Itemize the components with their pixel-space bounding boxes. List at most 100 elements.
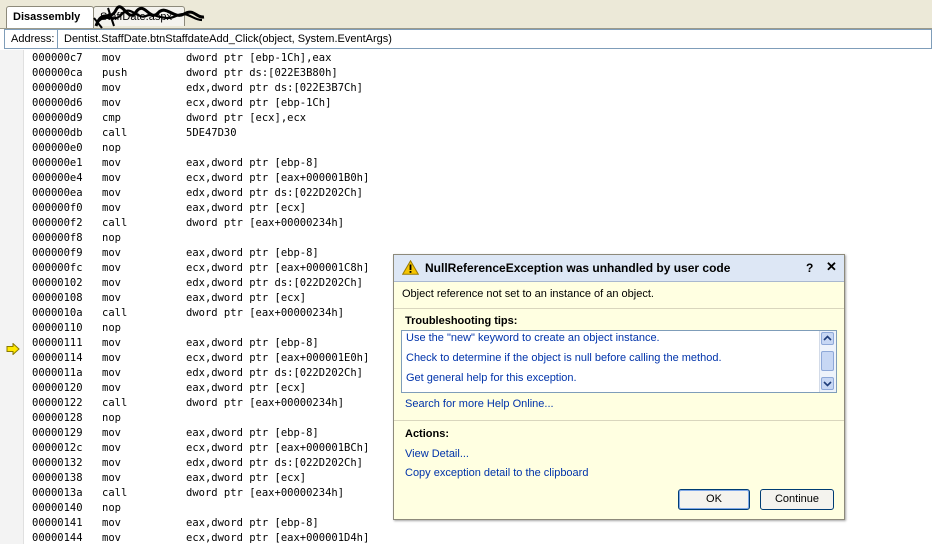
instruction-address: 000000f2 — [32, 217, 83, 229]
instruction-address: 00000111 — [32, 337, 83, 349]
instruction-address: 00000132 — [32, 457, 83, 469]
tip-link[interactable]: Check to determine if the object is null… — [406, 352, 722, 364]
disassembly-line[interactable]: 000000e0 nop — [32, 142, 412, 157]
search-help-online-link[interactable]: Search for more Help Online... — [405, 398, 554, 410]
instruction-opcode: mov — [102, 532, 121, 544]
instruction-opcode: mov — [102, 292, 121, 304]
chevron-down-icon — [823, 381, 832, 387]
instruction-operands: edx,dword ptr ds:[022E3B7Ch] — [186, 82, 364, 94]
disassembly-line[interactable]: 000000f0 mov eax,dword ptr [ecx] — [32, 202, 412, 217]
disassembly-line[interactable]: 000000e4 mov ecx,dword ptr [eax+000001B0h] — [32, 172, 412, 187]
instruction-address: 000000e0 — [32, 142, 83, 154]
disassembly-line[interactable]: 000000db call 5DE47D30 — [32, 127, 412, 142]
copy-exception-link[interactable]: Copy exception detail to the clipboard — [405, 467, 588, 479]
disassembly-line[interactable]: 00000128 nop — [32, 412, 412, 427]
instruction-opcode: mov — [102, 172, 121, 184]
disassembly-line[interactable]: 000000c7 mov dword ptr [ebp-1Ch],eax — [32, 52, 412, 67]
disassembly-line[interactable]: 0000011a mov edx,dword ptr ds:[022D202Ch] — [32, 367, 412, 382]
disassembly-line[interactable]: 00000102 mov edx,dword ptr ds:[022D202Ch] — [32, 277, 412, 292]
instruction-opcode: call — [102, 127, 128, 139]
disassembly-line[interactable]: 000000f8 nop — [32, 232, 412, 247]
instruction-operands: ecx,dword ptr [eax+000001C8h] — [186, 262, 370, 274]
breakpoint-margin[interactable] — [0, 50, 24, 544]
close-icon[interactable]: ✕ — [826, 259, 837, 275]
instruction-operands: eax,dword ptr [ebp-8] — [186, 337, 319, 349]
address-value: Dentist.StaffDate.btnStaffdateAdd_Click(… — [64, 33, 392, 45]
disassembly-line[interactable]: 00000108 mov eax,dword ptr [ecx] — [32, 292, 412, 307]
instruction-opcode: mov — [102, 352, 121, 364]
disassembly-line[interactable]: 00000114 mov ecx,dword ptr [eax+000001E0h] — [32, 352, 412, 367]
help-icon[interactable]: ? — [806, 261, 813, 275]
continue-button[interactable]: Continue — [760, 489, 834, 510]
address-bar: Address: Dentist.StaffDate.btnStaffdateA… — [4, 29, 932, 49]
address-field[interactable]: Dentist.StaffDate.btnStaffdateAdd_Click(… — [57, 30, 931, 48]
scroll-thumb[interactable] — [821, 351, 834, 371]
instruction-opcode: mov — [102, 367, 121, 379]
disassembly-line[interactable]: 00000110 nop — [32, 322, 412, 337]
instruction-address: 00000138 — [32, 472, 83, 484]
disassembly-line[interactable]: 0000013a call dword ptr [eax+00000234h] — [32, 487, 412, 502]
instruction-operands: ecx,dword ptr [eax+000001B0h] — [186, 172, 370, 184]
disassembly-line[interactable]: 0000010a call dword ptr [eax+00000234h] — [32, 307, 412, 322]
disassembly-line[interactable]: 000000d0 mov edx,dword ptr ds:[022E3B7Ch] — [32, 82, 412, 97]
instruction-address: 00000120 — [32, 382, 83, 394]
instruction-opcode: nop — [102, 142, 121, 154]
disassembly-line[interactable]: 00000120 mov eax,dword ptr [ecx] — [32, 382, 412, 397]
instruction-address: 000000d6 — [32, 97, 83, 109]
tip-link[interactable]: Get general help for this exception. — [406, 372, 577, 384]
scroll-up-button[interactable] — [821, 332, 834, 345]
instruction-address: 00000110 — [32, 322, 83, 334]
exception-title: NullReferenceException was unhandled by … — [425, 261, 731, 275]
disassembly-line[interactable]: 00000111 mov eax,dword ptr [ebp-8] — [32, 337, 412, 352]
actions-heading: Actions: — [405, 428, 449, 440]
instruction-operands: eax,dword ptr [ecx] — [186, 472, 307, 484]
instruction-operands: dword ptr [eax+00000234h] — [186, 307, 345, 319]
disassembly-line[interactable]: 000000e1 mov eax,dword ptr [ebp-8] — [32, 157, 412, 172]
instruction-address: 000000e1 — [32, 157, 83, 169]
instruction-opcode: mov — [102, 247, 121, 259]
disassembly-line[interactable]: 000000f9 mov eax,dword ptr [ebp-8] — [32, 247, 412, 262]
instruction-address: 0000012c — [32, 442, 83, 454]
instruction-address: 000000f0 — [32, 202, 83, 214]
disassembly-line[interactable]: 00000141 mov eax,dword ptr [ebp-8] — [32, 517, 412, 532]
instruction-operands: eax,dword ptr [ebp-8] — [186, 247, 319, 259]
ok-button[interactable]: OK — [678, 489, 750, 510]
instruction-address: 000000ea — [32, 187, 83, 199]
instruction-opcode: nop — [102, 322, 121, 334]
instruction-opcode: mov — [102, 187, 121, 199]
tips-scrollbar[interactable] — [819, 331, 836, 392]
exception-message: Object reference not set to an instance … — [402, 288, 654, 300]
instruction-address: 0000010a — [32, 307, 83, 319]
disassembly-line[interactable]: 000000f2 call dword ptr [eax+00000234h] — [32, 217, 412, 232]
disassembly-line[interactable]: 000000fc mov ecx,dword ptr [eax+000001C8h] — [32, 262, 412, 277]
disassembly-line[interactable]: 00000140 nop — [32, 502, 412, 517]
instruction-opcode: mov — [102, 202, 121, 214]
instruction-opcode: mov — [102, 157, 121, 169]
disassembly-line[interactable]: 000000d6 mov ecx,dword ptr [ebp-1Ch] — [32, 97, 412, 112]
disassembly-line[interactable]: 0000012c mov ecx,dword ptr [eax+000001BCh] — [32, 442, 412, 457]
disassembly-line[interactable]: 000000ca push dword ptr ds:[022E3B80h] — [32, 67, 412, 82]
instruction-address: 00000114 — [32, 352, 83, 364]
instruction-opcode: call — [102, 397, 128, 409]
instruction-address: 000000db — [32, 127, 83, 139]
disassembly-line[interactable]: 00000129 mov eax,dword ptr [ebp-8] — [32, 427, 412, 442]
exception-assistant-dialog: NullReferenceException was unhandled by … — [393, 254, 845, 520]
tip-link[interactable]: Use the "new" keyword to create an objec… — [406, 332, 660, 344]
instruction-opcode: mov — [102, 52, 121, 64]
disassembly-line[interactable]: 000000ea mov edx,dword ptr ds:[022D202Ch] — [32, 187, 412, 202]
instruction-operands: edx,dword ptr ds:[022D202Ch] — [186, 187, 364, 199]
scroll-down-button[interactable] — [821, 377, 834, 390]
disassembly-code: 000000c7 mov dword ptr [ebp-1Ch],eax 000000… — [32, 52, 412, 547]
instruction-address: 000000ca — [32, 67, 83, 79]
warning-icon — [402, 260, 419, 275]
troubleshooting-tips-list: Use the "new" keyword to create an objec… — [401, 330, 837, 393]
disassembly-line[interactable]: 00000122 call dword ptr [eax+00000234h] — [32, 397, 412, 412]
disassembly-line[interactable]: 000000d9 cmp dword ptr [ecx],ecx — [32, 112, 412, 127]
instruction-address: 000000d9 — [32, 112, 83, 124]
disassembly-line[interactable]: 00000144 mov ecx,dword ptr [eax+000001D4h] — [32, 532, 412, 547]
tab-disassembly[interactable]: Disassembly — [6, 6, 94, 28]
disassembly-line[interactable]: 00000132 mov edx,dword ptr ds:[022D202Ch] — [32, 457, 412, 472]
view-detail-link[interactable]: View Detail... — [405, 448, 469, 460]
instruction-address: 000000e4 — [32, 172, 83, 184]
disassembly-line[interactable]: 00000138 mov eax,dword ptr [ecx] — [32, 472, 412, 487]
